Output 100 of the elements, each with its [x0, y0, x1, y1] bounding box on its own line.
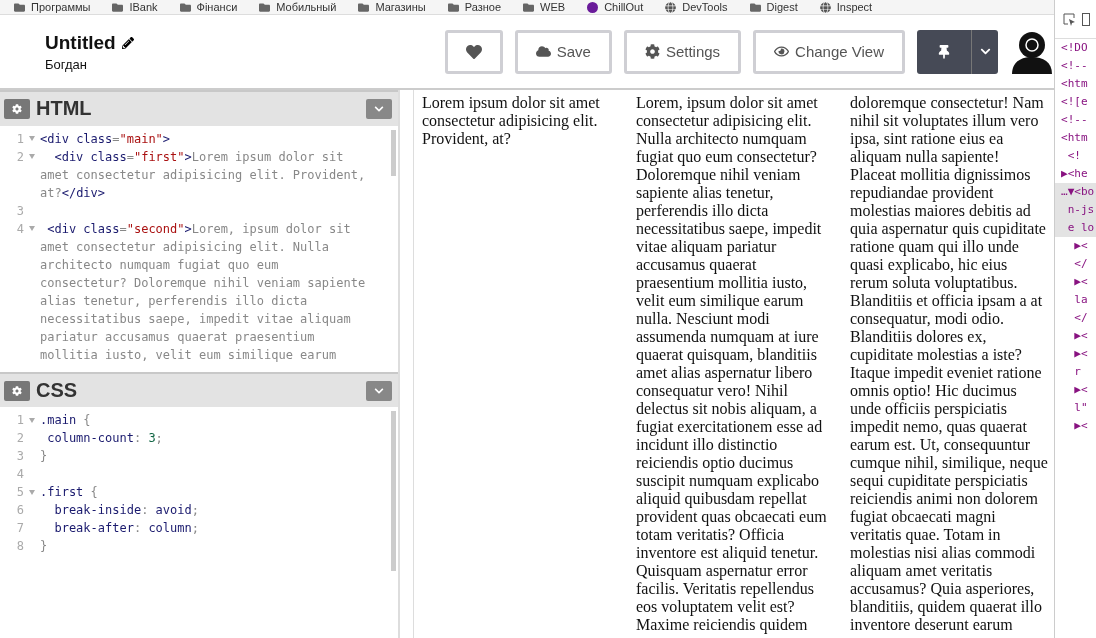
- heart-button[interactable]: [444, 29, 503, 74]
- line-number: 3: [15, 449, 24, 464]
- line-number: 8: [15, 539, 24, 554]
- fold-arrow-icon[interactable]: [29, 154, 35, 159]
- folder-icon: [358, 1, 370, 13]
- bookmark[interactable]: IBank: [112, 0, 158, 14]
- code-line: architecto numquam fugiat quo eum: [40, 257, 279, 272]
- editor-title: HTML: [36, 97, 93, 121]
- toolbar-button[interactable]: Change View: [753, 29, 906, 74]
- device-icon[interactable]: [1082, 12, 1091, 26]
- markup-line[interactable]: la: [1055, 291, 1096, 309]
- markup-line[interactable]: ▶<: [1055, 273, 1096, 291]
- line-number: 1: [15, 413, 24, 428]
- heart-icon: [465, 43, 482, 60]
- line-number: 6: [15, 503, 24, 518]
- bookmark[interactable]: Мобильный: [259, 0, 337, 14]
- bookmark[interactable]: Inspect: [819, 0, 873, 14]
- preview-text: Lorem, ipsum dolor sit amet consectetur adipisicing elit. Nulla architecto numquam fugiat quo eum consectetur? Doloremque nihil veniam sapiente alias tenetur, perferendis illo dicta necessitatibus saepe, impedit vitae aliquam pariatur accusamus quaerat praesentium mollitia iusto, velit eum similique earum nulla. Nesciunt modi assumenda numquam at iure quaerat quisquam, blanditiis amet alias aspernatur libero consequatur vero! Nihil delectus sit nobis aliquam, a fugiat exercitationem esse ad incidunt illo distinctio reiciendis optio ducimus suscipit numquam explicabo aliquid quibusdam repellat provident quas obcaecati eum totam veritatis? Officia inventore est aliquid tenetur. Quisquam aspernatur error facilis. Veritatis repellendus eos voluptatem velit est? Maxime reiciendis quidem: [636, 94, 828, 636]
- markup-line[interactable]: ▶<: [1055, 327, 1096, 345]
- pin-icon: [937, 44, 952, 59]
- collapse-button[interactable]: [366, 98, 392, 119]
- settings-button[interactable]: [4, 98, 30, 119]
- markup-line[interactable]: ▶<he: [1055, 165, 1096, 183]
- line-number: 5: [15, 485, 24, 500]
- code-line: }: [40, 449, 48, 464]
- chevron-down-icon: [374, 103, 384, 114]
- folder-icon: [14, 1, 25, 13]
- code-line: alias tenetur, perferendis illo dicta: [40, 293, 308, 308]
- settings-button[interactable]: [4, 380, 30, 401]
- code-line: <div class="main">: [40, 131, 171, 146]
- markup-line[interactable]: <!DO: [1055, 39, 1096, 57]
- code-line: .first {: [40, 485, 98, 500]
- logo-icon: [587, 1, 599, 13]
- markup-line[interactable]: ▶<: [1055, 345, 1096, 363]
- fold-arrow-icon[interactable]: [29, 136, 35, 141]
- line-number: 4: [15, 467, 24, 482]
- line-number: 7: [15, 521, 24, 536]
- author-name: Богдан: [45, 56, 88, 72]
- avatar-icon[interactable]: [1010, 29, 1055, 74]
- markup-line[interactable]: ▶<: [1055, 381, 1096, 399]
- code-line: necessitatibus saepe, impedit vitae aliquam: [40, 311, 351, 326]
- globe-icon: [665, 1, 677, 13]
- settings-icon: [12, 103, 22, 114]
- fold-arrow-icon[interactable]: [29, 226, 35, 231]
- folder-icon: [112, 1, 124, 13]
- folder-icon: [523, 1, 535, 13]
- code-line: pariatur accusamus quaerat praesentium: [40, 329, 315, 344]
- markup-line[interactable]: </: [1055, 309, 1096, 327]
- bookmark[interactable]: ChillOut: [587, 0, 644, 14]
- folder-icon: [447, 1, 459, 13]
- markup-line[interactable]: ▶<: [1055, 237, 1096, 255]
- bookmark[interactable]: Фінанси: [179, 0, 238, 14]
- editor-title: CSS: [36, 379, 79, 403]
- markup-line[interactable]: l": [1055, 399, 1096, 417]
- markup-line[interactable]: r: [1055, 363, 1096, 381]
- pencil-icon[interactable]: [121, 36, 134, 49]
- collapse-button[interactable]: [366, 380, 392, 401]
- toolbar-button[interactable]: Settings: [623, 29, 742, 74]
- code-line: .main {: [40, 413, 91, 428]
- markup-line[interactable]: <![e: [1055, 93, 1096, 111]
- dropdown-button[interactable]: [971, 29, 999, 74]
- code-line: mollitia iusto, velit eum similique earum: [40, 347, 337, 362]
- code-line: break-after: column;: [53, 521, 199, 536]
- code-line: <div class="second">Lorem, ipsum dolor sit: [46, 221, 351, 236]
- code-line: at?</div>: [40, 185, 106, 200]
- line-number: 2: [15, 431, 24, 446]
- markup-line[interactable]: ▶<: [1055, 417, 1096, 435]
- pin-button[interactable]: [917, 29, 972, 74]
- code-line: }: [40, 539, 48, 554]
- markup-line[interactable]: </: [1055, 255, 1096, 273]
- markup-line[interactable]: <htm: [1055, 129, 1096, 147]
- line-number: 4: [15, 221, 24, 236]
- fold-arrow-icon[interactable]: [29, 417, 35, 423]
- cloud-icon: [535, 44, 551, 59]
- bookmark[interactable]: Разное: [447, 0, 502, 14]
- code-line: <div class="first">Lorem ipsum dolor sit: [53, 149, 344, 164]
- settings-icon: [644, 44, 660, 59]
- toolbar-button[interactable]: Save: [514, 29, 612, 74]
- code-line: break-inside: avoid;: [53, 503, 199, 518]
- inspect-icon[interactable]: [1063, 12, 1077, 26]
- chevron-down-icon: [374, 385, 384, 396]
- bookmark[interactable]: DevTools: [665, 0, 728, 14]
- fold-arrow-icon[interactable]: [29, 489, 35, 495]
- bookmark[interactable]: Магазины: [358, 0, 426, 14]
- globe-icon: [819, 1, 831, 13]
- scrollbar[interactable]: [391, 411, 396, 572]
- preview-text: Lorem ipsum dolor sit amet consectetur adipisicing elit. Provident, at?: [422, 94, 601, 149]
- markup-line[interactable]: <htm: [1055, 75, 1096, 93]
- bookmark[interactable]: Digest: [749, 0, 798, 14]
- eye-icon: [774, 44, 790, 59]
- markup-line[interactable]: <!--: [1055, 111, 1096, 129]
- markup-line[interactable]: <!: [1055, 147, 1096, 165]
- line-number: 2: [15, 149, 24, 164]
- bookmark[interactable]: Программы: [14, 0, 91, 14]
- code-line: consectetur? Doloremque nihil veniam sapiente: [40, 275, 366, 290]
- scrollbar[interactable]: [391, 129, 396, 176]
- bookmark[interactable]: WEB: [523, 0, 566, 14]
- pen-title: Untitled: [45, 31, 116, 54]
- markup-line[interactable]: <!--: [1055, 57, 1096, 75]
- chevron-down-icon: [979, 46, 991, 57]
